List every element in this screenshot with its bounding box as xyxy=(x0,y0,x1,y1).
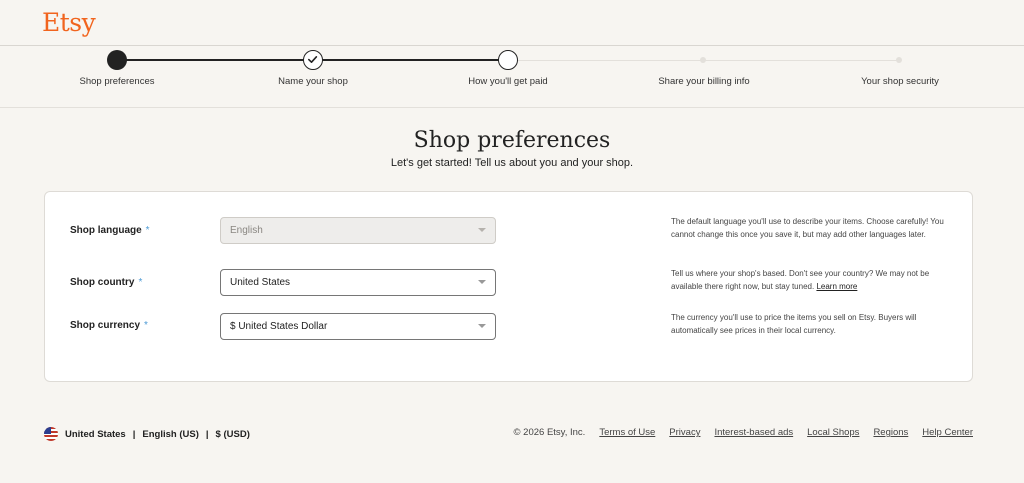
page-title: Shop preferences xyxy=(413,128,611,153)
step-label-billing-info: Share your billing info xyxy=(658,76,750,87)
step-label-get-paid: How you'll get paid xyxy=(468,76,548,87)
shop-preferences-form: Shop language * English The default langu… xyxy=(44,191,973,382)
chevron-down-icon xyxy=(478,228,486,232)
local-shops-link[interactable]: Local Shops xyxy=(807,427,859,438)
separator: | xyxy=(205,428,209,440)
terms-of-use-link[interactable]: Terms of Use xyxy=(599,427,655,438)
shop-currency-help: The currency you'll use to price the ite… xyxy=(671,313,917,335)
shop-country-help: Tell us where your shop's based. Don't s… xyxy=(671,269,930,291)
footer-links: © 2026 Etsy, Inc. Terms of Use Privacy I… xyxy=(514,427,973,438)
step-label-shop-security: Your shop security xyxy=(861,76,939,87)
required-asterisk: * xyxy=(138,277,143,288)
shop-language-help: The default language you'll use to descr… xyxy=(671,217,944,239)
help-center-link[interactable]: Help Center xyxy=(922,427,973,438)
privacy-link[interactable]: Privacy xyxy=(669,427,700,438)
onboarding-stepper: Shop preferences Name your shop How you'… xyxy=(0,46,1024,108)
step-1-current-dot xyxy=(107,50,127,70)
required-asterisk: * xyxy=(144,320,148,331)
shop-language-select[interactable]: English xyxy=(220,217,496,244)
interest-based-ads-link[interactable]: Interest-based ads xyxy=(714,427,793,438)
locale-settings[interactable]: United States | English (US) | $ (USD) xyxy=(44,427,250,441)
step-4-dot xyxy=(700,57,706,63)
us-flag-icon xyxy=(44,427,58,441)
site-header: Etsy xyxy=(0,0,1024,46)
step-label-shop-preferences: Shop preferences xyxy=(79,76,155,87)
step-2-check-icon xyxy=(303,50,323,70)
etsy-logo[interactable]: Etsy xyxy=(42,8,96,37)
shop-language-label: Shop language * xyxy=(70,225,150,236)
required-asterisk: * xyxy=(145,225,150,236)
step-5-dot xyxy=(896,57,902,63)
language-text: English (US) xyxy=(142,428,199,440)
shop-country-label: Shop country * xyxy=(70,277,143,288)
step-label-name-your-shop: Name your shop xyxy=(278,76,348,87)
copyright-text: © 2026 Etsy, Inc. xyxy=(513,427,586,438)
chevron-down-icon xyxy=(478,280,486,284)
shop-country-select[interactable]: United States xyxy=(220,269,496,296)
step-3-dot xyxy=(498,50,518,70)
page-subtitle: Let's get started! Tell us about you and… xyxy=(390,157,634,169)
chevron-down-icon xyxy=(478,324,486,328)
regions-link[interactable]: Regions xyxy=(873,427,908,438)
shop-currency-select[interactable]: $ United States Dollar xyxy=(220,313,496,340)
shop-currency-label: Shop currency * xyxy=(70,320,148,331)
region-text: United States xyxy=(65,428,126,440)
separator: | xyxy=(132,428,136,440)
currency-text: $ (USD) xyxy=(215,428,250,440)
learn-more-link[interactable]: Learn more xyxy=(816,282,857,291)
